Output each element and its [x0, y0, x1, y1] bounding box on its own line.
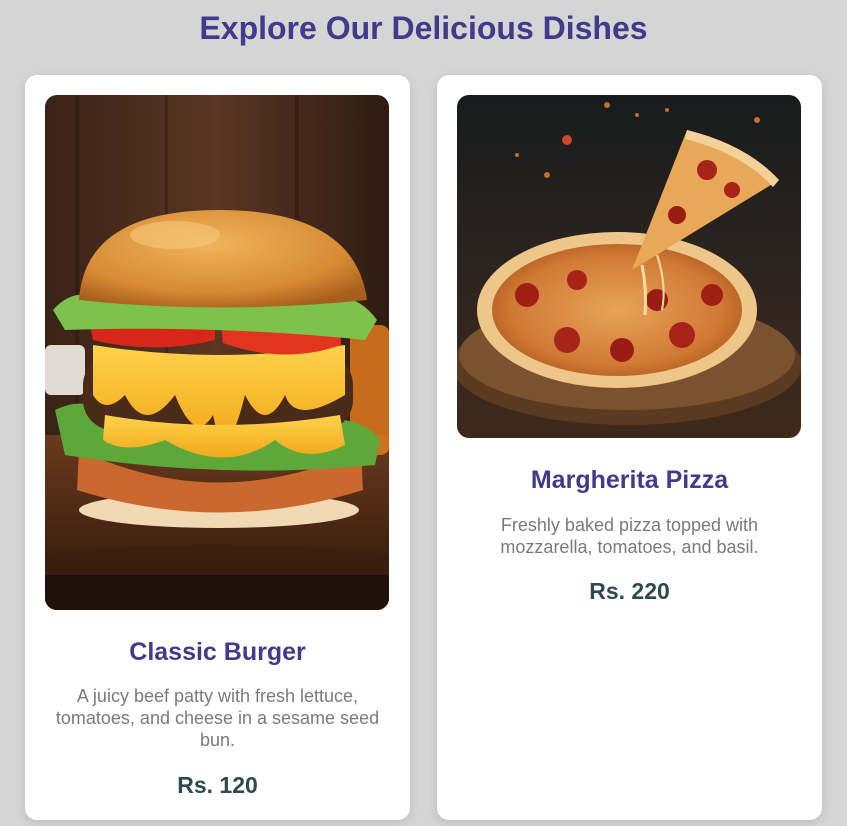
page: Explore Our Delicious Dishes Classic Bur…	[0, 0, 847, 826]
dish-card-burger[interactable]: Classic Burger A juicy beef patty with f…	[25, 75, 410, 820]
dish-price: Rs. 220	[589, 578, 670, 604]
dish-price: Rs. 120	[177, 772, 258, 798]
dish-description: Freshly baked pizza topped with mozzarel…	[500, 515, 759, 557]
dish-name: Margherita Pizza	[530, 466, 729, 494]
page-title: Explore Our Delicious Dishes	[199, 10, 648, 46]
dish-description: A juicy beef patty with fresh lettuce, t…	[55, 686, 380, 750]
burger-image	[45, 95, 389, 610]
dish-card-pizza[interactable]: Margherita Pizza Freshly baked pizza top…	[437, 75, 822, 820]
dish-name: Classic Burger	[129, 638, 306, 666]
pizza-image	[457, 95, 801, 438]
